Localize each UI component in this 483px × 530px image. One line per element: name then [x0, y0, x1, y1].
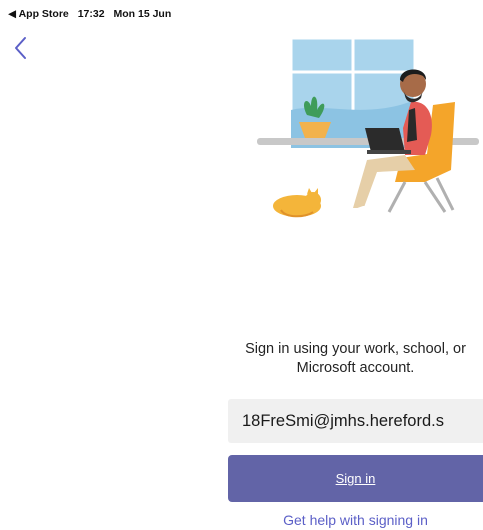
- status-date: Mon 15 Jun: [113, 8, 172, 20]
- back-to-app-store[interactable]: ◀ App Store: [8, 8, 69, 20]
- chevron-left-icon: [15, 37, 26, 59]
- sign-in-button[interactable]: Sign in: [228, 455, 483, 502]
- signin-prompt: Sign in using your work, school, or Micr…: [245, 341, 466, 376]
- email-field[interactable]: [228, 399, 483, 443]
- back-button[interactable]: [12, 35, 30, 61]
- status-bar: ◀ App Store 17:32 Mon 15 Jun: [8, 8, 177, 20]
- help-signing-in-link[interactable]: Get help with signing in: [228, 512, 483, 528]
- person-with-laptop-illustration: [257, 36, 479, 218]
- status-time: 17:32: [77, 8, 105, 20]
- sleeping-cat-illustration: [273, 188, 321, 218]
